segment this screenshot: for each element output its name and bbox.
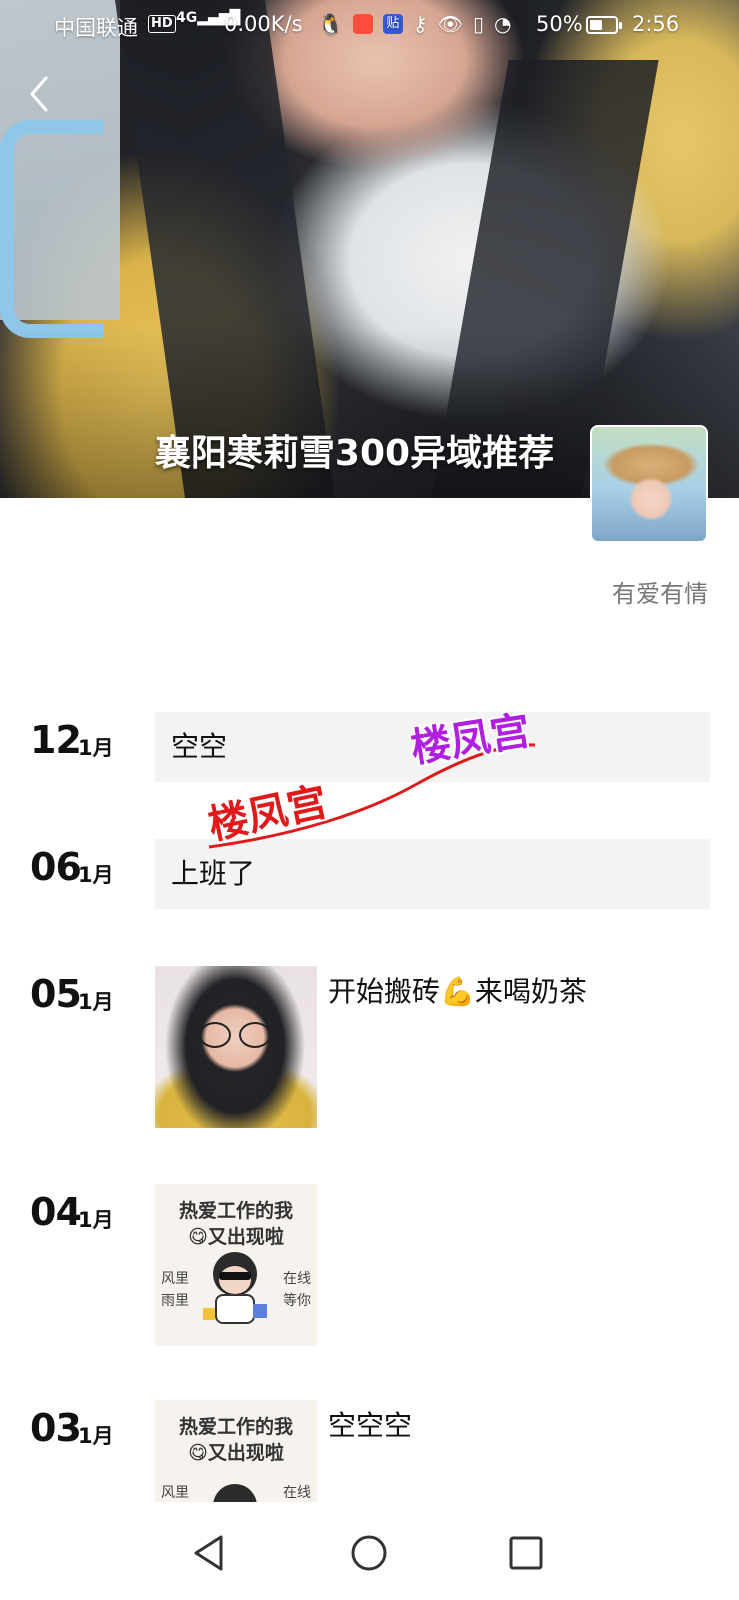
chevron-left-icon	[30, 76, 48, 112]
post-month: 1月	[78, 1208, 114, 1232]
sticker-right-text: 在线 等你	[283, 1271, 311, 1309]
post-photo[interactable]	[155, 966, 317, 1128]
sticker-left-text: 风里	[161, 1485, 189, 1501]
post-day: 03	[30, 1406, 82, 1450]
sticker-line-2: 😋又出现啦	[188, 1442, 284, 1464]
post-sticker-image[interactable]: 热爱工作的我 😋又出现啦 风里 雨里 在线 等你	[155, 1184, 317, 1346]
notification-icons: 🐧 贴 ⚷ 👁 ▯ ◔	[318, 12, 511, 36]
battery-percent: 50%	[536, 12, 583, 36]
glasses-shape	[199, 1022, 271, 1048]
qq-icon: 🐧	[318, 12, 343, 36]
vibrate-icon: ▯	[472, 12, 484, 36]
post-sticker-image[interactable]: 热爱工作的我 😋又出现啦 风里 在线	[155, 1400, 317, 1502]
sticker-line-2: 😋又出现啦	[188, 1226, 284, 1248]
post-caption: 开始搬砖💪来喝奶茶	[328, 975, 587, 1008]
network-speed: 0.00K/s	[224, 12, 303, 36]
post-month: 1月	[78, 736, 114, 760]
post-text-card[interactable]: 空空	[155, 712, 710, 782]
sticker-right-text: 在线	[283, 1485, 311, 1501]
sticker-line-1: 热爱工作的我	[178, 1200, 293, 1222]
taobao-icon	[352, 14, 373, 34]
eye-icon: 👁	[437, 12, 463, 36]
avatar[interactable]	[590, 425, 708, 543]
battery-icon	[586, 16, 622, 34]
square-recents-icon	[509, 1536, 543, 1570]
status-bar: 中国联通 HD 4G▂▄▆█ 0.00K/s 🐧 贴 ⚷ 👁 ▯ ◔ 50% 2…	[0, 0, 739, 52]
nav-home-button[interactable]	[344, 1528, 394, 1578]
sticker-character	[203, 1252, 267, 1332]
network-label: 4G	[176, 10, 198, 26]
profile-signature: 有爱有情	[612, 580, 708, 608]
system-nav-bar	[0, 1508, 739, 1600]
post-month: 1月	[78, 863, 114, 887]
cover-chair	[0, 120, 104, 338]
key-icon: ⚷	[412, 12, 428, 36]
back-button[interactable]	[22, 72, 62, 116]
post-text-card[interactable]: 上班了	[155, 839, 710, 909]
post-caption: 空空空	[328, 1409, 413, 1442]
post-day: 06	[30, 845, 82, 889]
sticker-line-1: 热爱工作的我	[178, 1416, 293, 1438]
post-day: 05	[30, 972, 82, 1016]
nav-recents-button[interactable]	[501, 1528, 551, 1578]
post-month: 1月	[78, 990, 114, 1014]
circle-home-icon	[351, 1535, 387, 1571]
nav-back-button[interactable]	[186, 1528, 236, 1578]
speedometer-icon: ◔	[493, 12, 512, 36]
post-day: 04	[30, 1190, 82, 1234]
post-day: 12	[30, 718, 82, 762]
clock: 2:56	[632, 12, 680, 36]
sticker-left-text: 风里 雨里	[161, 1271, 189, 1309]
tieba-icon: 贴	[382, 14, 403, 34]
carrier-label: 中国联通	[54, 16, 138, 40]
post-month: 1月	[78, 1424, 114, 1448]
triangle-back-icon	[194, 1535, 223, 1571]
sticker-character	[205, 1484, 265, 1502]
hd-badge: HD	[148, 15, 176, 33]
